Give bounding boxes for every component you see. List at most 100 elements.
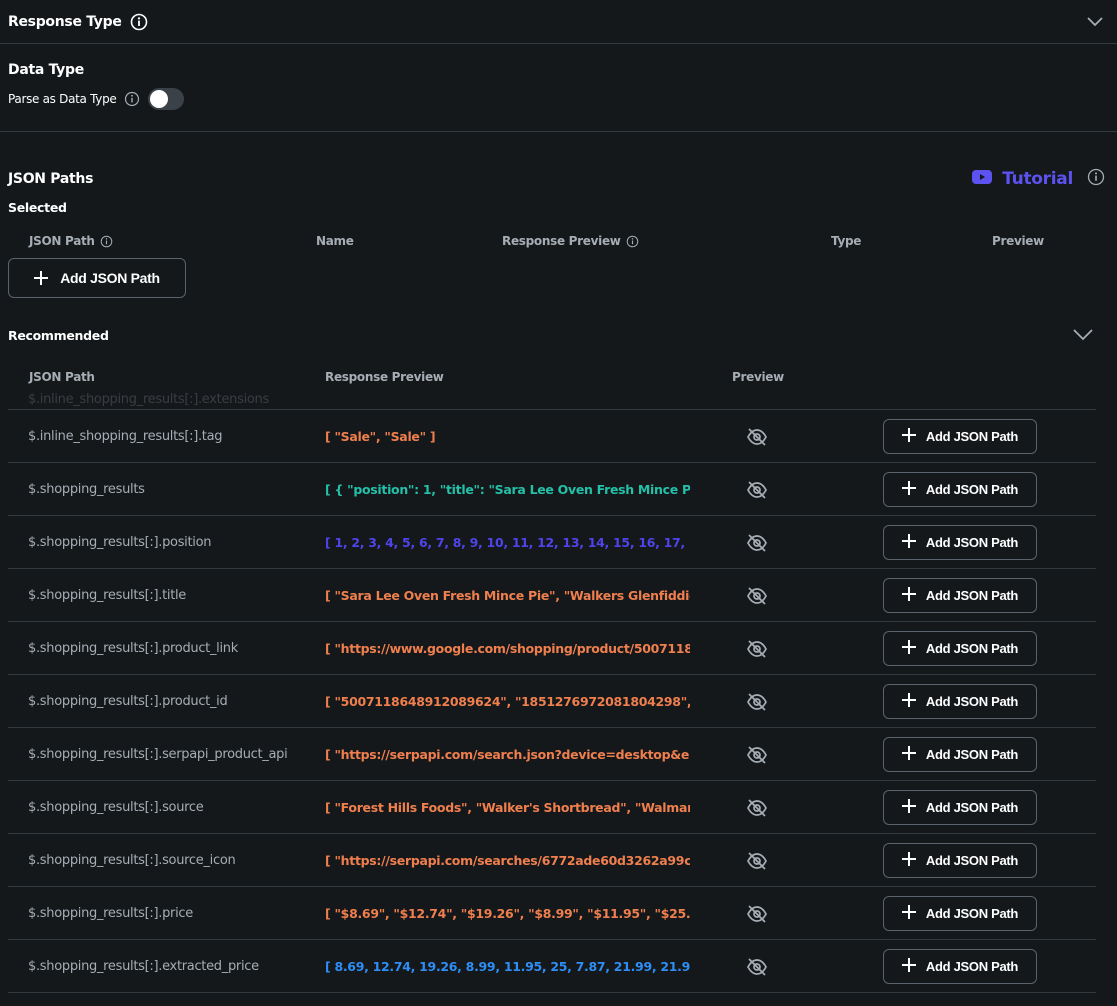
add-json-path-label: Add JSON Path [925, 588, 1019, 603]
response-preview-text: [ "https://serpapi.com/searches/6772ade6… [325, 853, 690, 868]
col-type: Type [831, 234, 862, 248]
add-json-path-label: Add JSON Path [925, 747, 1019, 762]
recommended-header[interactable]: Recommended [0, 318, 1117, 352]
response-type-header[interactable]: Response Type [0, 0, 1117, 44]
add-json-path-button[interactable]: Add JSON Path [883, 472, 1037, 507]
toggle-knob [150, 90, 169, 108]
response-preview-text: [ 8.69, 12.74, 19.26, 8.99, 11.95, 25, 7… [325, 959, 690, 974]
plus-icon [901, 481, 916, 498]
col-response-preview-label: Response Preview [502, 234, 621, 248]
list-item: $.shopping_results[:].product_link [ "htt… [8, 622, 1096, 675]
info-icon[interactable] [124, 91, 140, 107]
data-type-section: Data Type Parse as Data Type [0, 44, 1117, 132]
add-json-path-cell: Add JSON Path [883, 410, 1037, 463]
eye-off-icon[interactable] [746, 516, 768, 569]
recommended-columns-header: JSON Path Response Preview Preview [0, 370, 1117, 388]
add-json-path-cell: Add JSON Path [883, 675, 1037, 728]
add-json-path-button[interactable]: Add JSON Path [883, 578, 1037, 613]
tutorial-link[interactable]: Tutorial [972, 169, 1073, 189]
parse-data-type-label: Parse as Data Type [8, 92, 117, 106]
add-json-path-label: Add JSON Path [60, 270, 160, 286]
eye-off-icon[interactable] [746, 781, 768, 834]
plus-icon [901, 852, 916, 869]
add-json-path-cell: Add JSON Path [883, 940, 1037, 993]
data-type-title: Data Type [8, 62, 84, 78]
info-icon[interactable] [626, 235, 639, 248]
add-json-path-button[interactable]: Add JSON Path [883, 949, 1037, 984]
json-path-text: $.shopping_results[:].position [28, 535, 212, 550]
list-item: $.shopping_results[:].price [ "$8.69", "$… [8, 887, 1096, 940]
add-json-path-button[interactable]: Add JSON Path [883, 419, 1037, 454]
eye-off-icon[interactable] [746, 940, 768, 993]
add-json-path-button[interactable]: Add JSON Path [883, 684, 1037, 719]
chevron-down-icon[interactable] [1087, 16, 1103, 27]
eye-off-icon[interactable] [746, 463, 768, 516]
eye-off-icon[interactable] [746, 834, 768, 887]
json-path-text: $.inline_shopping_results[:].tag [28, 429, 223, 444]
response-preview-text: [ "Sara Lee Oven Fresh Mince Pie", "Walk… [325, 588, 690, 603]
json-path-text: $.shopping_results[:].serpapi_product_ap… [28, 747, 288, 762]
json-path-text: $.shopping_results[:].source [28, 800, 204, 815]
info-icon[interactable] [100, 235, 113, 248]
add-json-path-label: Add JSON Path [925, 959, 1019, 974]
json-path-text: $.shopping_results[:].price [28, 906, 193, 921]
eye-off-icon[interactable] [746, 675, 768, 728]
eye-off-icon[interactable] [746, 569, 768, 622]
add-json-path-button[interactable]: Add JSON Path [883, 525, 1037, 560]
list-item: $.shopping_results[:].serpapi_product_ap… [8, 728, 1096, 781]
eye-off-icon[interactable] [746, 728, 768, 781]
list-item: $.shopping_results[:].extracted_price [ 8… [8, 940, 1096, 993]
add-json-path-label: Add JSON Path [925, 853, 1019, 868]
response-preview-text: [ "Forest Hills Foods", "Walker's Shortb… [325, 800, 690, 815]
add-json-path-cell: Add JSON Path [883, 887, 1037, 940]
info-icon[interactable] [1087, 168, 1105, 190]
add-json-path-button[interactable]: Add JSON Path [883, 737, 1037, 772]
add-json-path-cell: Add JSON Path [883, 834, 1037, 887]
list-item: $.shopping_results [ { "position": 1, "ti… [8, 463, 1096, 516]
list-item: $.inline_shopping_results[:].tag [ "Sale"… [8, 410, 1096, 463]
add-json-path-label: Add JSON Path [925, 535, 1019, 550]
plus-icon [901, 746, 916, 763]
add-json-path-cell: Add JSON Path [883, 728, 1037, 781]
eye-off-icon[interactable] [746, 622, 768, 675]
add-json-path-cell: Add JSON Path [883, 516, 1037, 569]
json-path-text: $.shopping_results[:].source_icon [28, 853, 236, 868]
json-path-text: $.shopping_results[:].product_id [28, 694, 228, 709]
plus-icon [34, 271, 49, 285]
add-json-path-button[interactable]: Add JSON Path [883, 790, 1037, 825]
list-item: $.shopping_results[:].position [ 1, 2, 3,… [8, 516, 1096, 569]
recommended-label: Recommended [8, 327, 109, 343]
add-json-path-label: Add JSON Path [925, 429, 1019, 444]
response-preview-text: [ "https://serpapi.com/search.json?devic… [325, 747, 690, 762]
add-json-path-cell: Add JSON Path [883, 569, 1037, 622]
eye-off-icon[interactable] [746, 887, 768, 940]
list-item: $.shopping_results[:].product_id [ "50071… [8, 675, 1096, 728]
add-json-path-label: Add JSON Path [925, 800, 1019, 815]
rec-col-json-path: JSON Path [29, 370, 95, 384]
parse-data-type-toggle[interactable] [148, 88, 185, 110]
add-json-path-label: Add JSON Path [925, 482, 1019, 497]
add-json-path-button[interactable]: Add JSON Path [883, 843, 1037, 878]
add-json-path-label: Add JSON Path [925, 641, 1019, 656]
plus-icon [901, 587, 916, 604]
json-path-text: $.shopping_results[:].product_link [28, 641, 238, 656]
col-json-path: JSON Path [29, 234, 113, 248]
response-preview-text: [ "$8.69", "$12.74", "$19.26", "$8.99", … [325, 906, 690, 921]
add-json-path-button[interactable]: Add JSON Path [883, 896, 1037, 931]
add-json-path-button[interactable]: Add JSON Path [883, 631, 1037, 666]
plus-icon [901, 534, 916, 551]
chevron-down-icon[interactable] [1073, 326, 1093, 345]
parse-data-type-row: Parse as Data Type [8, 88, 1109, 110]
youtube-icon [972, 169, 993, 189]
plus-icon [901, 693, 916, 710]
response-type-title-group: Response Type [8, 13, 148, 31]
add-json-path-cell: Add JSON Path [883, 781, 1037, 834]
info-icon[interactable] [130, 13, 148, 31]
add-json-path-label: Add JSON Path [925, 694, 1019, 709]
eye-off-icon[interactable] [746, 410, 768, 463]
list-item: $.shopping_results[:].title [ "Sara Lee O… [8, 569, 1096, 622]
plus-icon [901, 640, 916, 657]
json-path-text: $.shopping_results [28, 482, 145, 497]
recommended-list: $.inline_shopping_results[:].extensions … [8, 383, 1096, 1006]
add-json-path-button[interactable]: Add JSON Path [8, 258, 186, 298]
